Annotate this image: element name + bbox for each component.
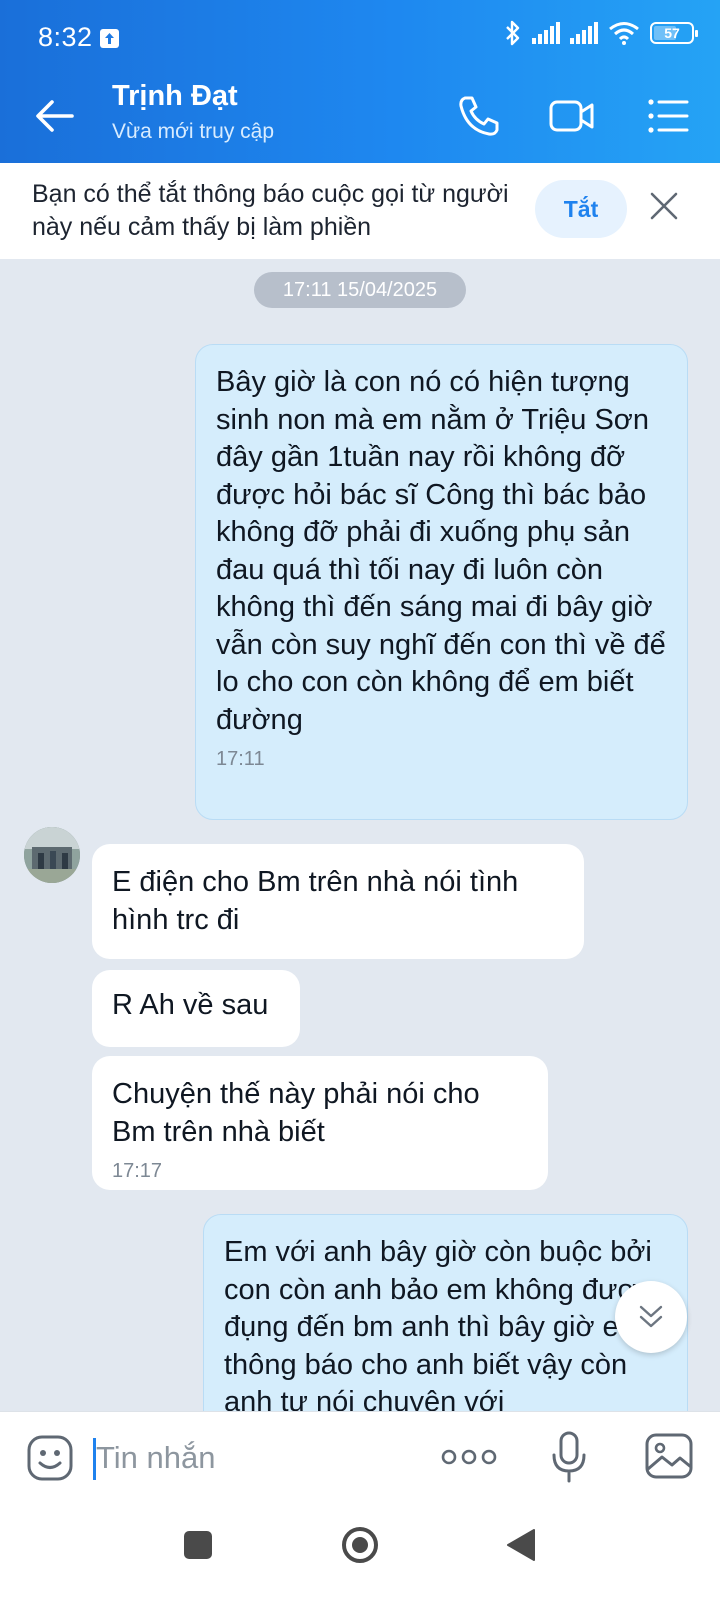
contact-name[interactable]: Trịnh Đạt	[112, 80, 238, 113]
upload-icon	[100, 29, 119, 48]
status-bar: 8:32 57	[0, 0, 720, 68]
more-icon[interactable]	[440, 1442, 498, 1472]
date-divider: 17:11 15/04/2025	[254, 272, 466, 308]
call-notice-banner: Bạn có thể tắt thông báo cuộc gọi từ ngư…	[0, 163, 720, 259]
bluetooth-icon	[506, 20, 520, 46]
image-icon[interactable]	[644, 1431, 694, 1481]
scroll-to-bottom-button[interactable]	[615, 1281, 687, 1353]
battery-level: 57	[664, 25, 680, 41]
home-icon[interactable]	[340, 1525, 380, 1565]
system-navigation-bar	[0, 1511, 720, 1600]
message-composer	[0, 1411, 720, 1511]
message-text: Bây giờ là con nó có hiện tượng sinh non…	[216, 366, 666, 736]
turn-off-button[interactable]: Tắt	[535, 180, 627, 238]
back-triangle-icon[interactable]	[504, 1527, 540, 1563]
notice-text: Bạn có thể tắt thông báo cuộc gọi từ ngư…	[32, 180, 509, 241]
message-bubble-incoming[interactable]: Chuyện thế này phải nói cho Bm trên nhà …	[92, 1056, 548, 1190]
emoji-icon[interactable]	[26, 1434, 74, 1482]
phone-icon[interactable]	[455, 92, 503, 140]
message-text: R Ah về sau	[112, 989, 269, 1021]
video-call-icon[interactable]	[548, 92, 596, 140]
message-time: 17:17	[112, 1160, 163, 1182]
message-text: Em với anh bây giờ còn buộc bởi con còn …	[224, 1236, 652, 1411]
message-time: 17:11	[216, 748, 265, 770]
arrow-left-icon[interactable]	[34, 98, 74, 134]
contact-status: Vừa mới truy cập	[112, 120, 275, 143]
signal-icon	[532, 22, 560, 44]
status-icons: 57	[504, 20, 698, 46]
message-bubble-incoming[interactable]: R Ah về sau	[92, 970, 300, 1047]
chat-header: Trịnh Đạt Vừa mới truy cập	[0, 68, 720, 163]
chat-area[interactable]: 17:11 15/04/2025 Bây giờ là con nó có hi…	[0, 259, 720, 1411]
close-icon[interactable]	[648, 190, 680, 222]
microphone-icon[interactable]	[551, 1431, 587, 1483]
message-bubble-outgoing[interactable]: Bây giờ là con nó có hiện tượng sinh non…	[195, 344, 688, 820]
recent-apps-icon[interactable]	[184, 1531, 212, 1559]
avatar[interactable]	[24, 827, 80, 883]
signal-icon-2	[570, 22, 598, 44]
message-text: Chuyện thế này phải nói cho Bm trên nhà …	[112, 1078, 480, 1148]
menu-list-icon[interactable]	[645, 92, 693, 140]
battery-icon: 57	[650, 22, 698, 44]
message-input[interactable]	[96, 1432, 416, 1484]
status-time: 8:32	[38, 22, 93, 52]
double-chevron-down-icon	[639, 1305, 663, 1328]
message-bubble-incoming[interactable]: E điện cho Bm trên nhà nói tình hình trc…	[92, 844, 584, 959]
wifi-icon	[609, 22, 639, 45]
message-text: E điện cho Bm trên nhà nói tình hình trc…	[112, 866, 519, 936]
